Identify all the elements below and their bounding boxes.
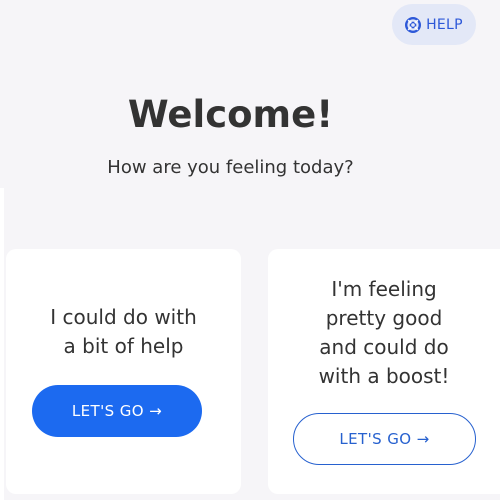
card-text-line: I could do with (50, 305, 197, 329)
card-feeling-good: I'm feeling pretty good and could do wit… (268, 249, 500, 494)
card-text-line: with a boost! (318, 364, 450, 388)
lets-go-button-boost[interactable]: LET'S GO → (293, 413, 476, 465)
card-text-line: and could do (319, 335, 449, 359)
card-text-line: a bit of help (63, 334, 184, 358)
subtitle: How are you feeling today? (107, 157, 354, 178)
lifebuoy-icon (405, 16, 422, 33)
help-button[interactable]: HELP (392, 4, 476, 45)
card-need-help: I could do with a bit of help LET'S GO → (6, 249, 241, 494)
help-label: HELP (426, 16, 463, 33)
card-feeling-good-text: I'm feeling pretty good and could do wit… (268, 275, 500, 391)
lets-go-button-help[interactable]: LET'S GO → (32, 385, 202, 437)
welcome-screen: HELP Welcome! How are you feeling today?… (0, 0, 500, 500)
card-text-line: I'm feeling (331, 277, 437, 301)
card-text-line: pretty good (325, 306, 443, 330)
card-need-help-text: I could do with a bit of help (6, 303, 241, 361)
card-edge (0, 188, 4, 500)
page-title: Welcome! (127, 93, 334, 136)
